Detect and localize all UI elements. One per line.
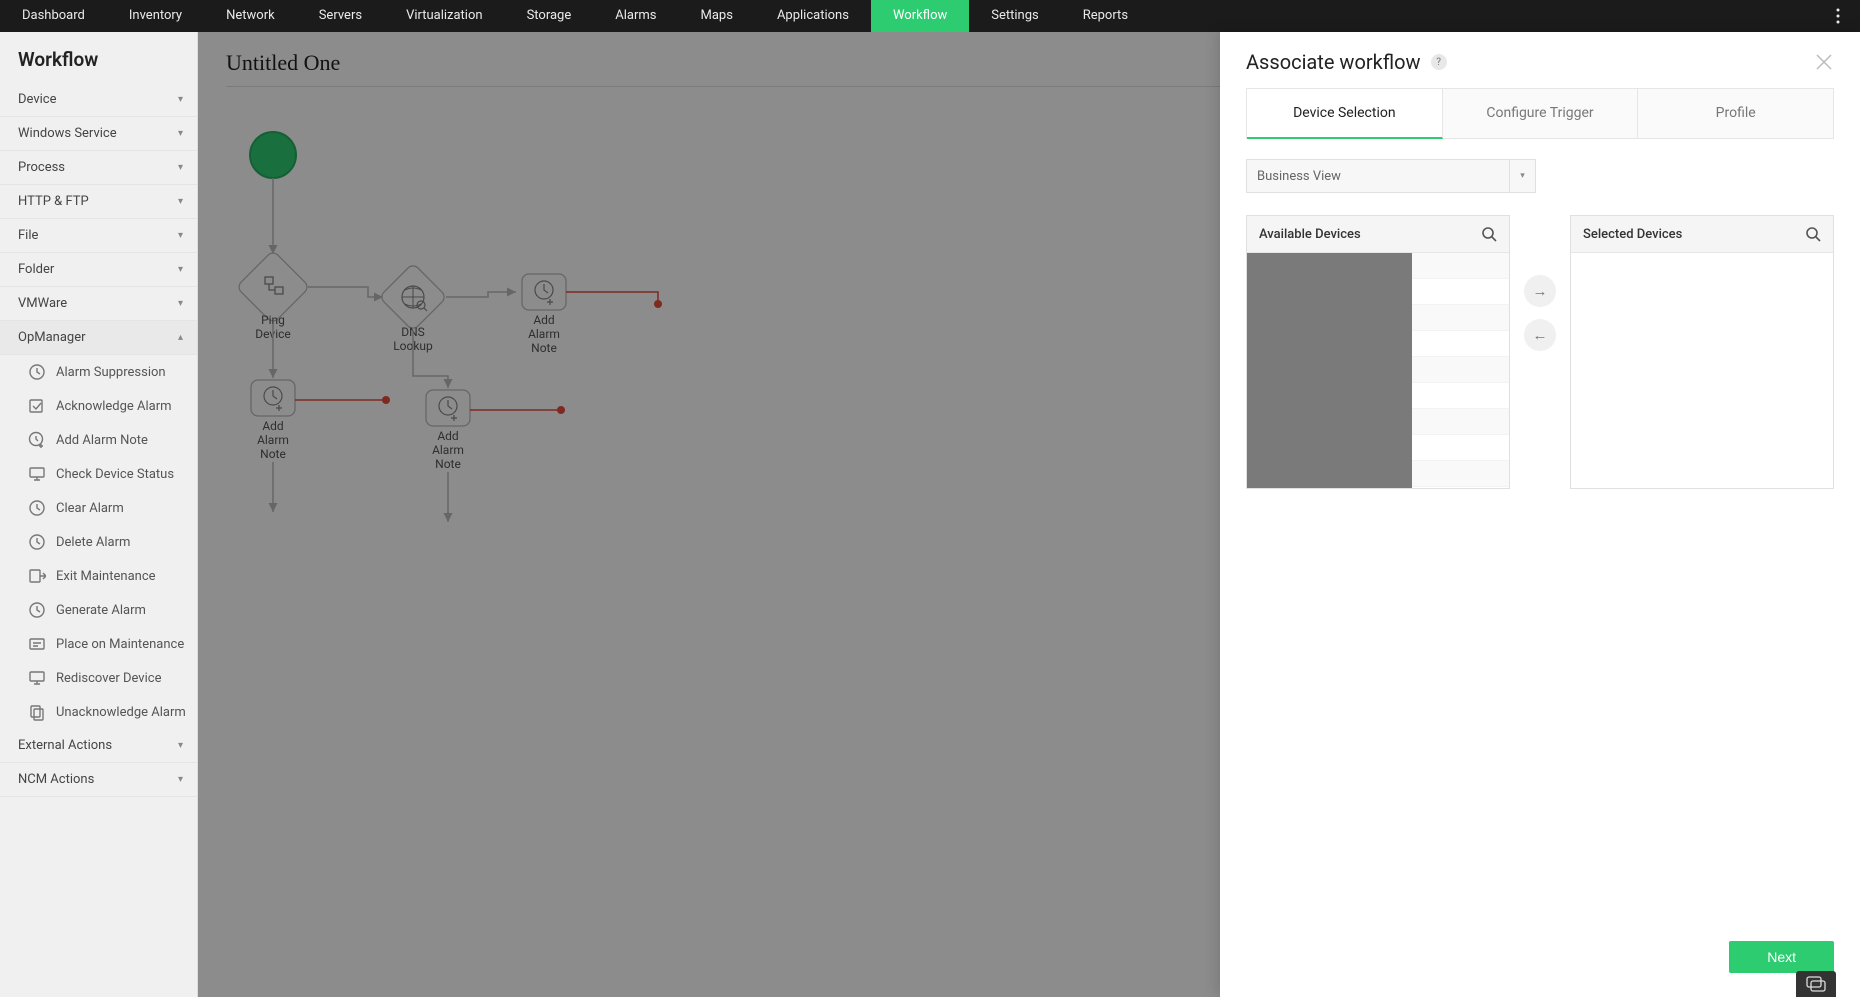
next-button[interactable]: Next [1729, 941, 1834, 973]
nav-settings[interactable]: Settings [969, 0, 1060, 32]
move-left-button[interactable]: ← [1524, 319, 1556, 351]
nav-storage[interactable]: Storage [505, 0, 594, 32]
sidebar-item-clear-alarm[interactable]: Clear Alarm [0, 491, 197, 525]
available-devices-list[interactable] [1247, 253, 1509, 488]
nav-maps[interactable]: Maps [679, 0, 755, 32]
nav-virtualization[interactable]: Virtualization [384, 0, 505, 32]
move-right-button[interactable]: → [1524, 275, 1556, 307]
chevron-down-icon: ▾ [178, 264, 183, 275]
close-icon [1814, 52, 1834, 72]
tab-configure-trigger[interactable]: Configure Trigger [1443, 89, 1639, 138]
help-icon[interactable]: ? [1431, 54, 1447, 70]
chevron-down-icon: ▾ [178, 740, 183, 751]
sidebar-item-rediscover-device[interactable]: Rediscover Device [0, 661, 197, 695]
clock-icon [28, 601, 46, 619]
nav-inventory[interactable]: Inventory [107, 0, 204, 32]
chevron-up-icon: ▴ [178, 332, 183, 343]
sidebar-item-delete-alarm[interactable]: Delete Alarm [0, 525, 197, 559]
available-devices-box: Available Devices [1246, 215, 1510, 489]
copy-icon [28, 703, 46, 721]
selected-devices-list[interactable] [1571, 253, 1833, 488]
sidebar-cat-opmanager[interactable]: OpManager▴ [0, 321, 197, 355]
arrow-left-icon: ← [1533, 326, 1548, 344]
sidebar-item-acknowledge-alarm[interactable]: Acknowledge Alarm [0, 389, 197, 423]
panel-title: Associate workflow [1246, 50, 1421, 74]
nav-servers[interactable]: Servers [297, 0, 384, 32]
ack-icon [28, 397, 46, 415]
nav-network[interactable]: Network [204, 0, 297, 32]
sidebar-item-generate-alarm[interactable]: Generate Alarm [0, 593, 197, 627]
search-available-button[interactable] [1481, 226, 1497, 242]
sidebar-cat-windows-service[interactable]: Windows Service▾ [0, 117, 197, 151]
tab-profile[interactable]: Profile [1638, 89, 1833, 138]
chevron-down-icon: ▾ [178, 128, 183, 139]
search-icon [1481, 226, 1497, 242]
sidebar-cat-file[interactable]: File▾ [0, 219, 197, 253]
sidebar-cat-http-ftp[interactable]: HTTP & FTP▾ [0, 185, 197, 219]
sidebar-title: Workflow [0, 32, 197, 83]
business-view-value: Business View [1247, 169, 1509, 184]
sidebar-cat-vmware[interactable]: VMWare▾ [0, 287, 197, 321]
clock-plus-icon [28, 431, 46, 449]
nav-reports[interactable]: Reports [1061, 0, 1150, 32]
associate-workflow-panel: Associate workflow ? Device Selection Co… [1220, 32, 1860, 997]
top-nav: Dashboard Inventory Network Servers Virt… [0, 0, 1860, 32]
chevron-down-icon: ▾ [178, 196, 183, 207]
monitor-icon [28, 465, 46, 483]
clock-icon [28, 363, 46, 381]
chevron-down-icon: ▾ [1509, 160, 1535, 192]
more-vertical-icon [1836, 8, 1840, 24]
nav-dashboard[interactable]: Dashboard [0, 0, 107, 32]
chat-tray-button[interactable] [1796, 971, 1836, 997]
sidebar-cat-device[interactable]: Device▾ [0, 83, 197, 117]
sidebar-cat-external-actions[interactable]: External Actions▾ [0, 729, 197, 763]
redacted-overlay [1247, 253, 1412, 488]
workflow-sidebar: Workflow Device▾ Windows Service▾ Proces… [0, 32, 198, 997]
nav-workflow[interactable]: Workflow [871, 0, 969, 32]
sidebar-item-unacknowledge-alarm[interactable]: Unacknowledge Alarm [0, 695, 197, 729]
sidebar-cat-ncm-actions[interactable]: NCM Actions▾ [0, 763, 197, 797]
nav-alarms[interactable]: Alarms [593, 0, 678, 32]
sidebar-cat-process[interactable]: Process▾ [0, 151, 197, 185]
maintenance-icon [28, 635, 46, 653]
close-button[interactable] [1814, 52, 1834, 72]
chevron-down-icon: ▾ [178, 230, 183, 241]
tab-device-selection[interactable]: Device Selection [1247, 89, 1443, 139]
exit-icon [28, 567, 46, 585]
clock-icon [28, 499, 46, 517]
sidebar-item-alarm-suppression[interactable]: Alarm Suppression [0, 355, 197, 389]
arrow-right-icon: → [1533, 282, 1548, 300]
selected-devices-box: Selected Devices [1570, 215, 1834, 489]
chevron-down-icon: ▾ [178, 774, 183, 785]
search-selected-button[interactable] [1805, 226, 1821, 242]
clock-icon [28, 533, 46, 551]
selected-devices-label: Selected Devices [1583, 227, 1682, 242]
sidebar-cat-folder[interactable]: Folder▾ [0, 253, 197, 287]
search-icon [1805, 226, 1821, 242]
sidebar-item-place-maintenance[interactable]: Place on Maintenance [0, 627, 197, 661]
sidebar-item-add-alarm-note[interactable]: Add Alarm Note [0, 423, 197, 457]
panel-tabs: Device Selection Configure Trigger Profi… [1246, 88, 1834, 139]
chat-icon [1806, 976, 1826, 992]
sidebar-item-exit-maintenance[interactable]: Exit Maintenance [0, 559, 197, 593]
chevron-down-icon: ▾ [178, 298, 183, 309]
nav-applications[interactable]: Applications [755, 0, 871, 32]
available-devices-label: Available Devices [1259, 227, 1361, 242]
chevron-down-icon: ▾ [178, 162, 183, 173]
business-view-select[interactable]: Business View ▾ [1246, 159, 1536, 193]
chevron-down-icon: ▾ [178, 94, 183, 105]
more-menu-button[interactable] [1826, 0, 1850, 32]
monitor-icon [28, 669, 46, 687]
sidebar-item-check-device-status[interactable]: Check Device Status [0, 457, 197, 491]
